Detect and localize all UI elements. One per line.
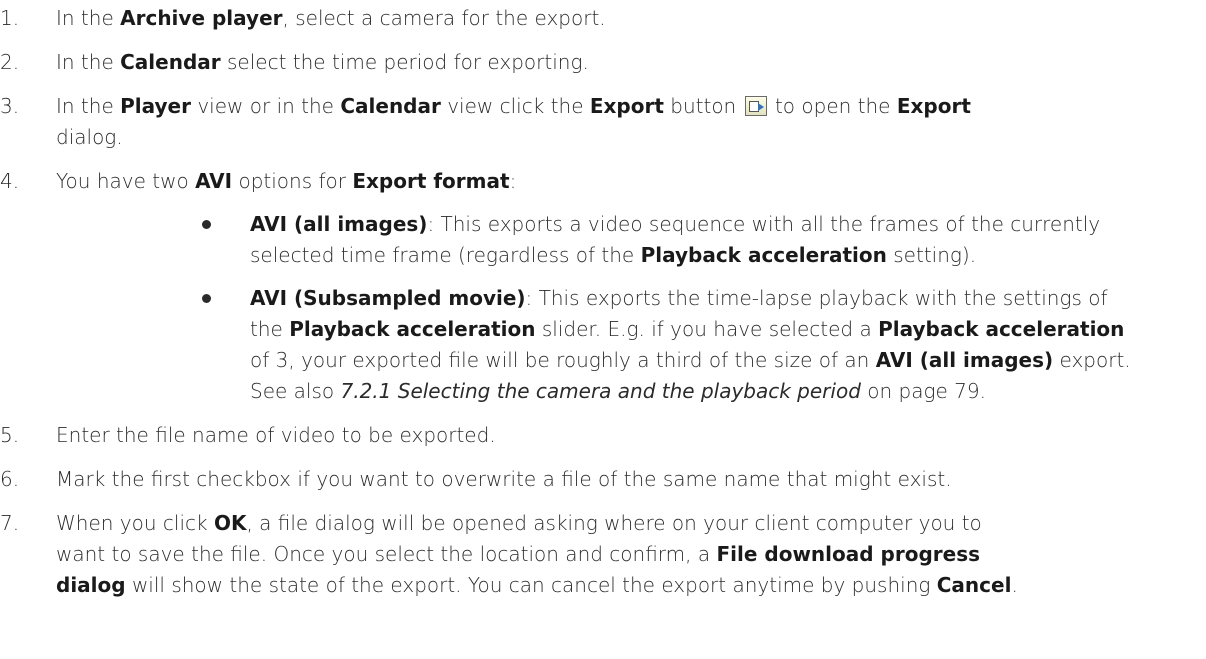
step-text: When you click OK, a file dialog will be… [56, 511, 982, 535]
step-number: 7. [0, 511, 20, 535]
step-text: Enter the file name of video to be expor… [56, 423, 496, 447]
bullet-1-line-1: AVI (all images): This exports a video s… [250, 212, 1101, 236]
step-text: In the Archive player, select a camera f… [56, 6, 606, 30]
export-icon [744, 96, 767, 116]
bullet-2-line-3: of 3, your exported file will be roughly… [250, 348, 1131, 372]
step-text: In the Calendar select the time period f… [56, 50, 589, 74]
bullet-1-line-2: selected time frame (regardless of the P… [250, 243, 977, 267]
step-text: In the Player view or in the Calendar vi… [56, 94, 971, 118]
step-number: 5. [0, 423, 20, 447]
bullet-2-line-1: AVI (Subsampled movie): This exports the… [250, 286, 1108, 310]
step-number: 1. [0, 6, 20, 30]
bullet-dot [202, 220, 211, 229]
document-page: 1. In the Archive player, select a camer… [0, 0, 1206, 659]
bullet-2-line-4: See also 7.2.1 Selecting the camera and … [250, 379, 986, 403]
bullet-dot [202, 294, 211, 303]
step-number: 4. [0, 169, 20, 193]
step-number: 3. [0, 94, 20, 118]
step-text: Mark the first checkbox if you want to o… [56, 467, 952, 491]
bullet-2-line-2: the Playback acceleration slider. E.g. i… [250, 317, 1125, 341]
step-number: 6. [0, 467, 20, 491]
step-number: 2. [0, 50, 20, 74]
step-text: You have two AVI options for Export form… [56, 169, 517, 193]
cross-reference-link[interactable]: 7.2.1 Selecting the camera and the playb… [341, 379, 861, 403]
